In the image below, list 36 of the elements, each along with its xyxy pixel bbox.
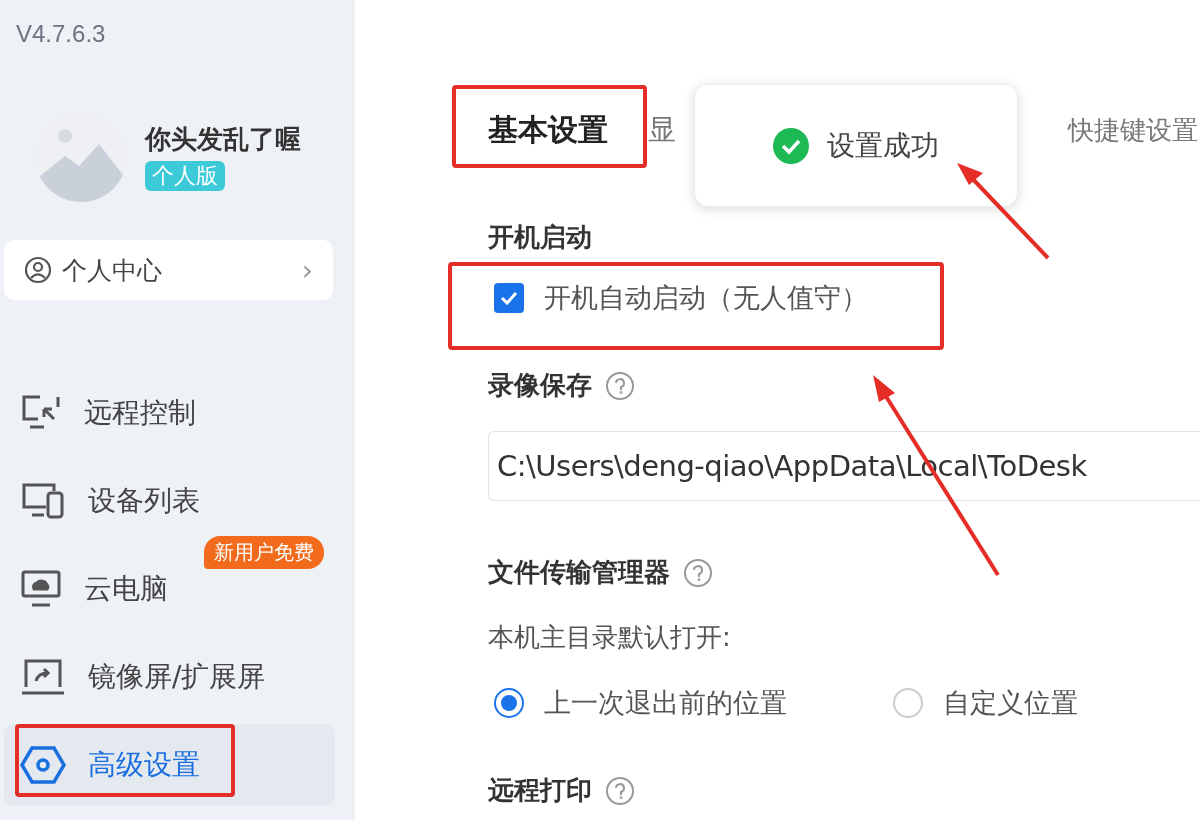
nav-item[interactable]: 远程控制 [4, 372, 202, 454]
help-icon[interactable] [684, 558, 712, 587]
section-title: 远程打印 [488, 774, 592, 807]
user-icon [24, 256, 52, 284]
cloud-monitor-icon [20, 569, 62, 609]
nav-item[interactable]: 设备列表 [4, 460, 206, 542]
radio-label: 自定义位置 [943, 686, 1078, 720]
nav-item[interactable]: 镜像屏/扩展屏 [4, 636, 272, 718]
nav-item[interactable]: 云电脑 [4, 548, 174, 630]
settings-tab[interactable]: 基本设置 [488, 109, 608, 151]
section-title: 开机启动 [488, 221, 592, 254]
promo-badge: 新用户免费 [204, 536, 324, 569]
chevron-icon: › [301, 253, 313, 287]
nav-item[interactable]: 高级设置 [4, 724, 335, 806]
devices-icon [20, 481, 66, 521]
option-prompt: 本机主目录默认打开: [488, 621, 732, 654]
version-label: V4.7.6.3 [16, 20, 107, 48]
check-icon [500, 291, 518, 305]
hexagon-gear-icon [20, 745, 66, 785]
radio-label: 上一次退出前的位置 [544, 686, 787, 720]
checkbox[interactable] [494, 283, 524, 313]
section-title: 文件传输管理器 [488, 556, 670, 589]
checkbox-label: 开机自动启动（无人值守） [544, 281, 868, 315]
laptop-arrow-icon [20, 657, 66, 697]
radio-button[interactable] [494, 688, 524, 718]
success-check-icon [773, 127, 809, 164]
settings-tab[interactable]: 快捷键设置 [1068, 112, 1198, 148]
success-toast: 设置成功 [694, 84, 1018, 207]
radio-button[interactable] [893, 688, 923, 718]
help-icon[interactable] [606, 776, 634, 805]
settings-tab[interactable]: 显 [648, 111, 676, 149]
plan-badge: 个人版 [145, 160, 225, 191]
user-name: 你头发乱了喔 [145, 122, 301, 156]
section-title: 录像保存 [488, 369, 592, 402]
help-icon[interactable] [606, 371, 634, 400]
personal-center-button[interactable]: 个人中心 › [4, 240, 333, 300]
